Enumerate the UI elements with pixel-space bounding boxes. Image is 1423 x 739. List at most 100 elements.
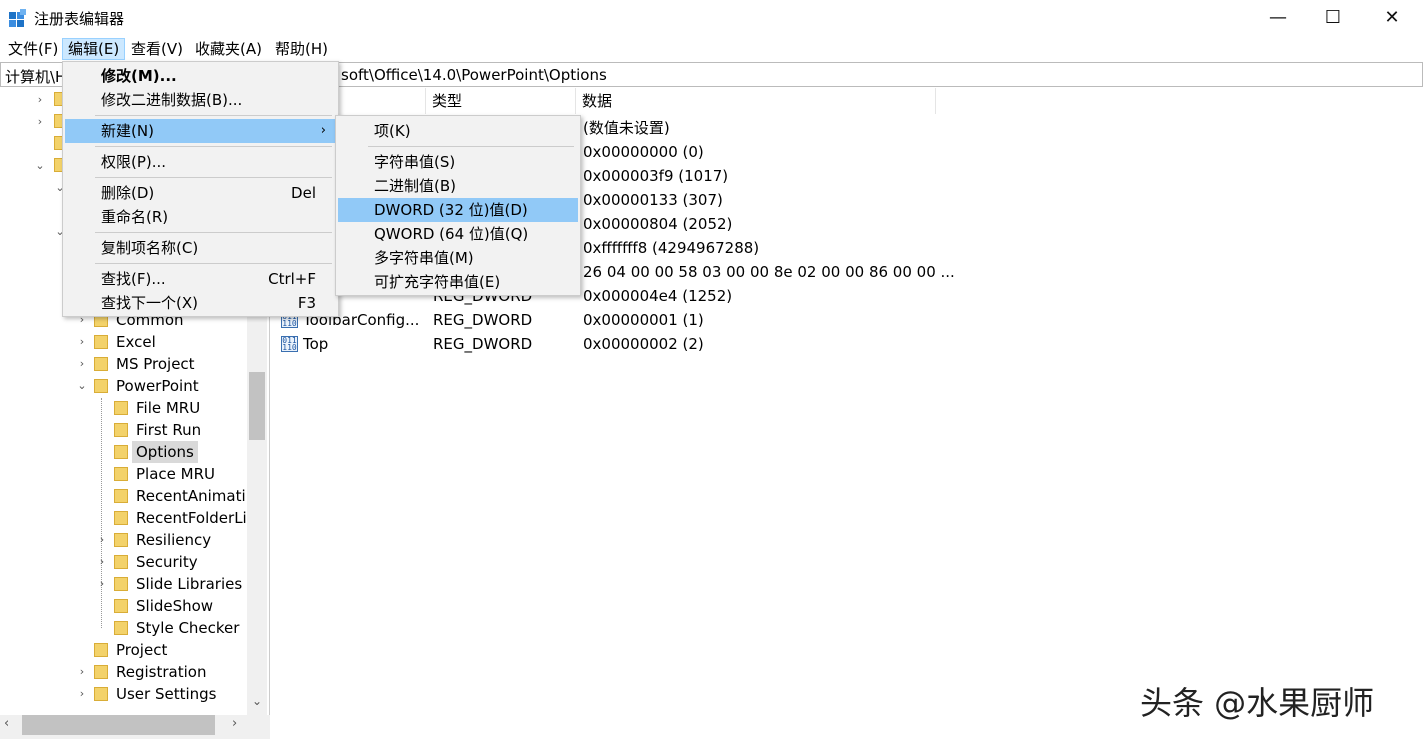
- close-button[interactable]: ✕: [1361, 0, 1423, 34]
- tree-item-slide-libraries[interactable]: › Slide Libraries: [96, 573, 246, 595]
- menu-separator: [95, 232, 332, 233]
- expand-arrow-icon[interactable]: ›: [34, 115, 46, 128]
- expand-arrow-icon[interactable]: ›: [76, 661, 88, 683]
- submenu-item-qword[interactable]: QWORD (64 位)值(Q): [338, 222, 578, 246]
- menu-item-label: 复制项名称(C): [101, 239, 199, 257]
- menu-item-shortcut: Del: [291, 184, 316, 202]
- menu-file[interactable]: 文件(F): [3, 38, 63, 60]
- minimize-button[interactable]: —: [1247, 0, 1309, 34]
- tree-item-ms-project[interactable]: › MS Project: [76, 353, 246, 375]
- tree-item-security[interactable]: › Security: [96, 551, 246, 573]
- tree-item-style-checker[interactable]: Style Checker: [96, 617, 246, 639]
- tree-item-user-settings[interactable]: › User Settings: [76, 683, 246, 705]
- folder-icon: [114, 401, 128, 415]
- submenu-item-expandable-string[interactable]: 可扩充字符串值(E): [338, 270, 578, 294]
- scroll-down-arrow-icon[interactable]: ⌄: [250, 694, 264, 708]
- scroll-right-arrow-icon[interactable]: ›: [232, 716, 237, 731]
- expand-arrow-icon[interactable]: ›: [76, 683, 88, 705]
- menu-item-label: 多字符串值(M): [374, 249, 474, 267]
- tree-item-label: Project: [116, 641, 168, 659]
- expand-arrow-icon[interactable]: ›: [76, 353, 88, 375]
- tree-item-file-mru[interactable]: File MRU: [96, 397, 246, 419]
- expand-arrow-icon[interactable]: ›: [34, 93, 46, 106]
- expand-arrow-icon[interactable]: ›: [76, 331, 88, 353]
- menu-help[interactable]: 帮助(H): [270, 38, 333, 60]
- submenu-item-string[interactable]: 字符串值(S): [338, 150, 578, 174]
- folder-icon: [114, 533, 128, 547]
- tree-horizontal-scroll-thumb[interactable]: [22, 715, 215, 735]
- address-path-start: 计算机\H: [5, 68, 67, 86]
- column-header-data[interactable]: 数据: [576, 88, 936, 114]
- tree-item-label: Security: [136, 553, 198, 571]
- tree-item-label: RecentAnimatio: [136, 487, 246, 505]
- reg-dword-icon: 011110: [281, 336, 298, 352]
- tree-item-recent-animation[interactable]: RecentAnimatio: [96, 485, 246, 507]
- value-data: 0xfffffff8 (4294967288): [583, 239, 760, 257]
- tree-item-resiliency[interactable]: › Resiliency: [96, 529, 246, 551]
- menu-view[interactable]: 查看(V): [126, 38, 188, 60]
- tree-item-label: Slide Libraries: [136, 575, 243, 593]
- column-header-type[interactable]: 类型: [426, 88, 576, 114]
- menu-item-find-next[interactable]: 查找下一个(X) F3: [65, 291, 336, 315]
- value-data: 0x00000133 (307): [583, 191, 723, 209]
- value-type: REG_DWORD: [433, 311, 533, 329]
- menu-item-permissions[interactable]: 权限(P)...: [65, 150, 336, 174]
- menu-item-new[interactable]: 新建(N) ›: [65, 119, 336, 143]
- folder-icon: [94, 335, 108, 349]
- tree-item-recent-folder[interactable]: RecentFolderLi: [96, 507, 246, 529]
- watermark-text: 头条 @水果厨师: [1140, 684, 1375, 722]
- menu-item-copy-key-name[interactable]: 复制项名称(C): [65, 236, 336, 260]
- tree-item-first-run[interactable]: First Run: [96, 419, 246, 441]
- tree-item-options[interactable]: Options: [96, 441, 246, 463]
- expand-arrow-icon[interactable]: ›: [96, 573, 108, 595]
- submenu-item-key[interactable]: 项(K): [338, 119, 578, 143]
- menu-item-delete[interactable]: 删除(D) Del: [65, 181, 336, 205]
- menu-item-find[interactable]: 查找(F)... Ctrl+F: [65, 267, 336, 291]
- tree-item-place-mru[interactable]: Place MRU: [96, 463, 246, 485]
- folder-icon: [114, 489, 128, 503]
- menu-item-rename[interactable]: 重命名(R): [65, 205, 336, 229]
- menu-item-label: 删除(D): [101, 184, 155, 202]
- tree-vertical-scroll-thumb[interactable]: [249, 372, 265, 440]
- menu-item-modify[interactable]: 修改(M)...: [65, 64, 336, 88]
- submenu-item-multi-string[interactable]: 多字符串值(M): [338, 246, 578, 270]
- folder-icon: [114, 467, 128, 481]
- address-path-end: soft\Office\14.0\PowerPoint\Options: [341, 66, 607, 84]
- expand-arrow-icon[interactable]: ›: [96, 551, 108, 573]
- tree-item-label: Resiliency: [136, 531, 212, 549]
- tree-item-label: RecentFolderLi: [136, 509, 246, 527]
- menu-item-label: QWORD (64 位)值(Q): [374, 225, 529, 243]
- menu-item-label: 新建(N): [101, 122, 154, 140]
- collapse-arrow-icon[interactable]: ⌄: [76, 375, 88, 397]
- value-row[interactable]: 011110 ToolbarConfig... REG_DWORD 0x0000…: [276, 308, 1176, 332]
- tree-item-excel[interactable]: › Excel: [76, 331, 246, 353]
- tree-item-powerpoint[interactable]: ⌄ PowerPoint: [76, 375, 246, 397]
- tree-item-label: Place MRU: [136, 465, 215, 483]
- address-path: 计算机\H: [5, 66, 66, 87]
- scroll-left-arrow-icon[interactable]: ‹: [4, 716, 9, 731]
- tree-item-label: SlideShow: [136, 597, 214, 615]
- value-type: REG_DWORD: [433, 335, 533, 353]
- tree-item-project[interactable]: Project: [76, 639, 246, 661]
- folder-icon: [94, 379, 108, 393]
- menu-edit[interactable]: 编辑(E): [62, 38, 126, 60]
- menu-item-modify-binary[interactable]: 修改二进制数据(B)...: [65, 88, 336, 112]
- maximize-button[interactable]: ☐: [1302, 0, 1364, 34]
- submenu-item-dword[interactable]: DWORD (32 位)值(D): [338, 198, 578, 222]
- menu-item-label: DWORD (32 位)值(D): [374, 201, 528, 219]
- submenu-item-binary[interactable]: 二进制值(B): [338, 174, 578, 198]
- menu-separator: [95, 115, 332, 116]
- expand-arrow-icon[interactable]: ›: [96, 529, 108, 551]
- menu-item-label: 查找下一个(X): [101, 294, 198, 312]
- value-row[interactable]: 011 110 Top REG_DWORD 0x00000002 (2): [276, 332, 1176, 356]
- tree-item-registration[interactable]: › Registration: [76, 661, 246, 683]
- menu-favorites[interactable]: 收藏夹(A): [190, 38, 267, 60]
- value-data: 0x000004e4 (1252): [583, 287, 733, 305]
- title-bar: 注册表编辑器 — ☐ ✕: [0, 0, 1423, 36]
- tree-item-slideshow[interactable]: SlideShow: [96, 595, 246, 617]
- folder-icon: [114, 423, 128, 437]
- collapse-arrow-icon[interactable]: ⌄: [34, 159, 46, 172]
- submenu-arrow-icon: ›: [320, 123, 326, 138]
- folder-icon: [114, 555, 128, 569]
- folder-icon: [114, 599, 128, 613]
